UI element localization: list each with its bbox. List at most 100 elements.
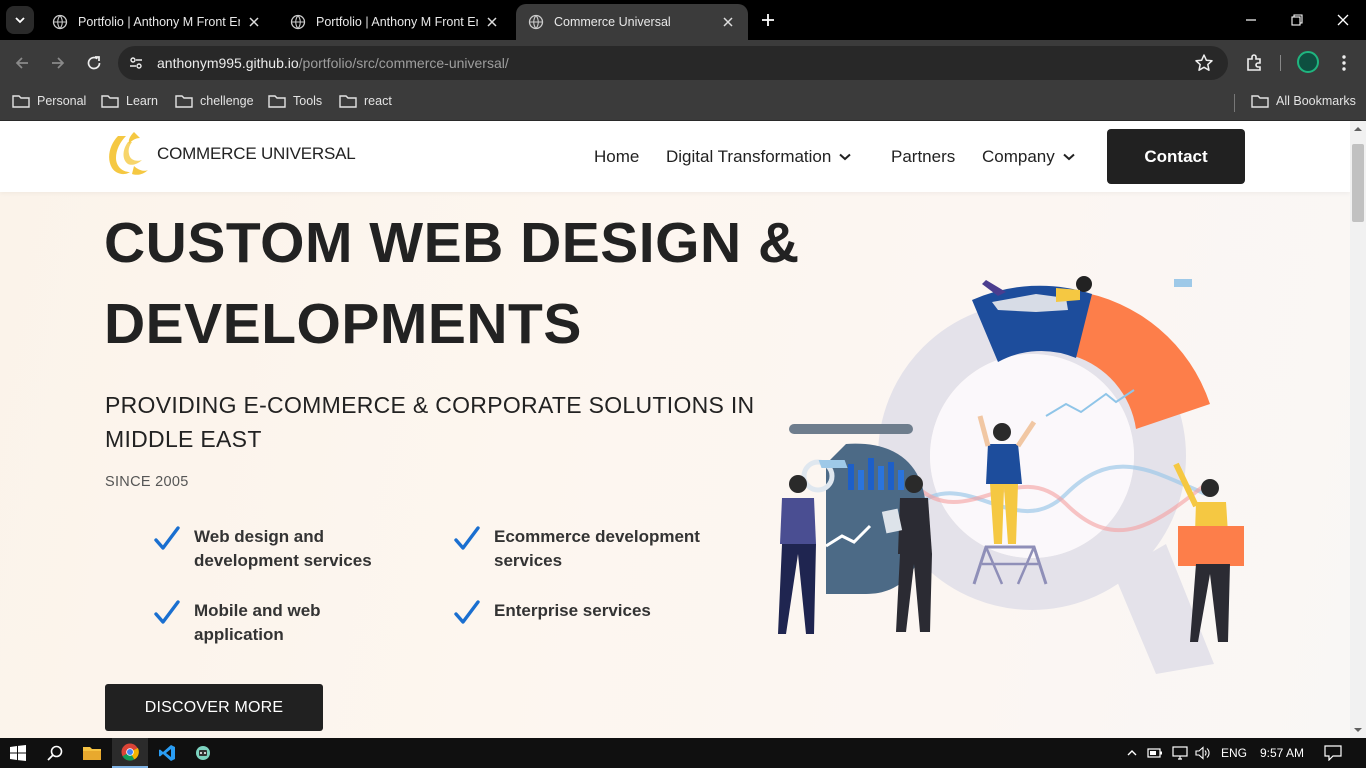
checkmark-icon <box>454 600 480 624</box>
back-button[interactable] <box>8 49 36 77</box>
globe-icon <box>52 14 68 30</box>
bookmark-folder-react[interactable]: react <box>339 94 392 108</box>
globe-icon <box>290 14 306 30</box>
restore-button[interactable] <box>1274 0 1320 40</box>
restore-icon <box>1291 14 1303 26</box>
page-scrollbar[interactable] <box>1350 121 1366 738</box>
language-indicator[interactable]: ENG <box>1221 746 1247 760</box>
browser-tab-1[interactable]: Portfolio | Anthony M Front End Develope… <box>40 4 274 40</box>
bookmarks-bar: Personal Learn chellenge Tools react All… <box>0 86 1366 121</box>
bookmark-label: Personal <box>37 94 87 108</box>
forward-button[interactable] <box>44 49 72 77</box>
feature-text: Mobile and web application <box>194 601 321 644</box>
folder-icon <box>268 95 286 108</box>
logo-text[interactable]: COMMERCE UNIVERSAL <box>157 144 356 164</box>
nav-partners[interactable]: Partners <box>891 147 955 167</box>
network-icon <box>1172 746 1188 760</box>
close-tab-icon[interactable] <box>246 14 262 30</box>
checkmark-icon <box>154 600 180 624</box>
site-info-icon[interactable] <box>126 53 146 73</box>
reload-icon <box>87 56 101 70</box>
minimize-button[interactable] <box>1228 0 1274 40</box>
address-bar[interactable]: anthonym995.github.io/portfolio/src/comm… <box>118 46 1228 80</box>
folder-icon <box>83 747 101 760</box>
profile-avatar[interactable] <box>1297 51 1319 73</box>
feature-text: Ecommerce development services <box>494 527 700 570</box>
chrome-icon <box>121 743 139 761</box>
browser-menu-button[interactable] <box>1332 51 1356 75</box>
feature-item: Enterprise services <box>454 599 744 626</box>
chevron-down-icon <box>839 153 852 161</box>
chevron-down-icon <box>15 17 25 24</box>
bookmark-folder-chellenge[interactable]: chellenge <box>175 94 254 108</box>
notifications-button[interactable] <box>1318 738 1348 768</box>
puzzle-icon <box>1247 54 1261 71</box>
search-taskbar-button[interactable] <box>38 738 72 768</box>
orange-box <box>1178 526 1244 566</box>
bookmark-label: Tools <box>293 94 323 108</box>
nav-digital-transformation[interactable]: Digital Transformation <box>666 147 852 167</box>
discover-more-button[interactable]: DISCOVER MORE <box>105 684 323 731</box>
arrow-left-icon <box>15 57 28 69</box>
web-page: COMMERCE UNIVERSAL Home Digital Transfor… <box>0 121 1350 738</box>
battery-indicator[interactable] <box>1144 738 1166 768</box>
feature-item: Web design and development services <box>154 525 394 573</box>
browser-toolbar: anthonym995.github.io/portfolio/src/comm… <box>0 40 1366 86</box>
plus-icon <box>762 14 774 26</box>
close-window-button[interactable] <box>1320 0 1366 40</box>
extensions-button[interactable] <box>1242 51 1266 75</box>
vscode-icon <box>159 745 175 761</box>
reload-button[interactable] <box>80 49 108 77</box>
vscode-taskbar-button[interactable] <box>150 738 184 768</box>
bookmark-folder-tools[interactable]: Tools <box>268 94 322 108</box>
hero-illustration <box>778 276 1244 674</box>
scrollbar-thumb[interactable] <box>1352 144 1364 222</box>
close-tab-icon[interactable] <box>720 14 736 30</box>
new-tab-button[interactable] <box>756 8 780 32</box>
all-bookmarks-button[interactable]: All Bookmarks <box>1251 94 1356 108</box>
url-host: anthonym995.github.io <box>157 55 299 71</box>
browser-tab-active[interactable]: Commerce Universal <box>516 4 748 40</box>
logo-icon[interactable] <box>104 130 150 178</box>
volume-indicator[interactable] <box>1192 738 1214 768</box>
folder-icon <box>12 95 30 108</box>
bookmark-folder-personal[interactable]: Personal <box>12 94 86 108</box>
close-icon <box>1337 14 1349 26</box>
bookmark-folder-learn[interactable]: Learn <box>101 94 158 108</box>
file-explorer-button[interactable] <box>74 738 110 768</box>
bookmarks-divider <box>1234 94 1235 112</box>
checkmark-icon <box>454 526 480 550</box>
chrome-taskbar-button[interactable] <box>112 738 148 768</box>
close-tab-icon[interactable] <box>484 14 500 30</box>
windows-taskbar: ENG 9:57 AM <box>0 738 1366 768</box>
nav-home[interactable]: Home <box>594 147 639 167</box>
tab-title: Commerce Universal <box>554 15 671 29</box>
url-path: /portfolio/src/commerce-universal/ <box>298 55 509 71</box>
scroll-down-icon[interactable] <box>1354 726 1362 734</box>
tab-search-button[interactable] <box>6 6 34 34</box>
nav-company[interactable]: Company <box>982 147 1075 167</box>
site-header: COMMERCE UNIVERSAL Home Digital Transfor… <box>0 121 1350 192</box>
bookmark-star-icon[interactable] <box>1194 53 1214 73</box>
bookmark-label: react <box>364 94 392 108</box>
speaker-icon <box>1195 746 1210 760</box>
tab-title: Portfolio | Anthony M Front End Develope… <box>78 15 240 29</box>
feature-item: Ecommerce development services <box>454 525 744 573</box>
folder-icon <box>101 95 119 108</box>
show-hidden-icons[interactable] <box>1122 738 1142 768</box>
start-button[interactable] <box>0 738 36 768</box>
nav-company-label: Company <box>982 147 1055 166</box>
search-icon <box>47 745 63 761</box>
folder-icon <box>339 95 357 108</box>
scroll-up-icon[interactable] <box>1354 125 1362 133</box>
battery-icon <box>1147 748 1162 758</box>
network-indicator[interactable] <box>1168 738 1192 768</box>
browser-tab-2[interactable]: Portfolio | Anthony M Front End Develope… <box>278 4 512 40</box>
nav-digital-label: Digital Transformation <box>666 147 832 166</box>
app-taskbar-button[interactable] <box>186 738 220 768</box>
clock[interactable]: 9:57 AM <box>1260 746 1304 760</box>
chevron-up-icon <box>1127 750 1137 756</box>
contact-button[interactable]: Contact <box>1107 129 1245 184</box>
feature-item: Mobile and web application <box>154 599 374 647</box>
feature-text: Web design and development services <box>194 527 372 570</box>
